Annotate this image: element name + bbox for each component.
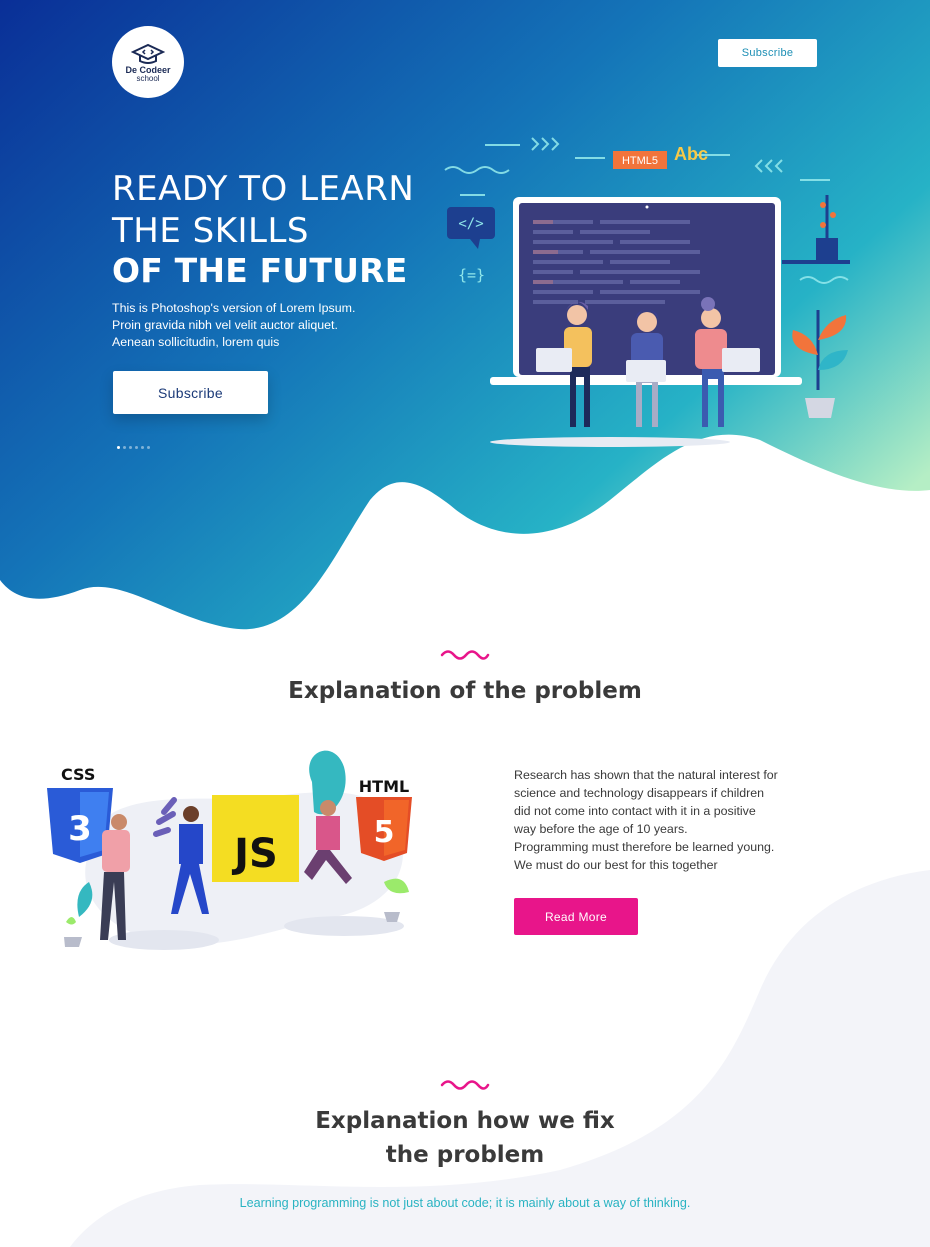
problem-text-line: science and technology disappears if chi… [514,786,765,800]
fix-section-subtitle: Learning programming is not just about c… [239,1196,691,1210]
hero-subscribe-button[interactable]: Subscribe [113,371,268,414]
read-more-button[interactable]: Read More [514,898,638,935]
hero-description-line: Proin gravida nibh vel velit auctor aliq… [112,318,338,332]
hero-description-line: Aenean sollicitudin, lorem quis [112,335,280,349]
carousel-dots [117,446,150,449]
problem-text-line: did not come into contact with it in a p… [514,804,756,818]
html5-badge-number: 5 [374,815,395,850]
fix-title-line-1: Explanation how we fix [315,1108,615,1134]
fix-title-line-2: the problem [385,1142,545,1168]
problem-text: Research has shown that the natural inte… [514,766,814,874]
fix-section-title: Explanation how we fix the problem [0,1104,930,1172]
carousel-dot[interactable] [147,446,150,449]
squiggle-divider-icon [440,1080,490,1090]
brace-icon: {=} [458,266,485,284]
hero-title-line-1: READY TO LEARN [112,169,415,209]
header-subscribe-button[interactable]: Subscribe [718,39,817,67]
html5-tag: HTML5 [622,155,658,167]
problem-text-line: Programming must therefore be learned yo… [514,840,775,854]
js-label: JS [231,831,278,877]
graduation-cap-code-icon [131,43,165,64]
hero-title-line-2: THE SKILLS [112,211,309,251]
problem-text-line: We must do our best for this together [514,858,718,872]
carousel-dot[interactable] [129,446,132,449]
code-bubble-icon: </> [458,216,483,232]
css-label: CSS [61,765,95,784]
logo-subtitle: school [136,74,160,83]
carousel-dot[interactable] [117,446,120,449]
abc-tag: Abc [674,144,708,164]
hero-title-line-3: OF THE FUTURE [112,251,408,290]
hero-illustration: HTML5 Abc </> {=} [444,137,850,447]
html-label: HTML [359,777,409,796]
problem-section-title: Explanation of the problem [288,678,642,704]
css3-badge-number: 3 [68,809,92,849]
logo[interactable]: De Codeer school [112,26,184,98]
problem-illustration: CSS 3 JS HTML 5 [47,750,412,950]
hero-description-line: This is Photoshop's version of Lorem Ips… [112,301,356,315]
problem-text-line: Research has shown that the natural inte… [514,768,778,782]
carousel-dot[interactable] [123,446,126,449]
hero-description: This is Photoshop's version of Lorem Ips… [112,300,372,351]
problem-text-line: way before the age of 10 years. [514,822,688,836]
carousel-dot[interactable] [135,446,138,449]
squiggle-divider-icon [440,650,490,660]
carousel-dot[interactable] [141,446,144,449]
